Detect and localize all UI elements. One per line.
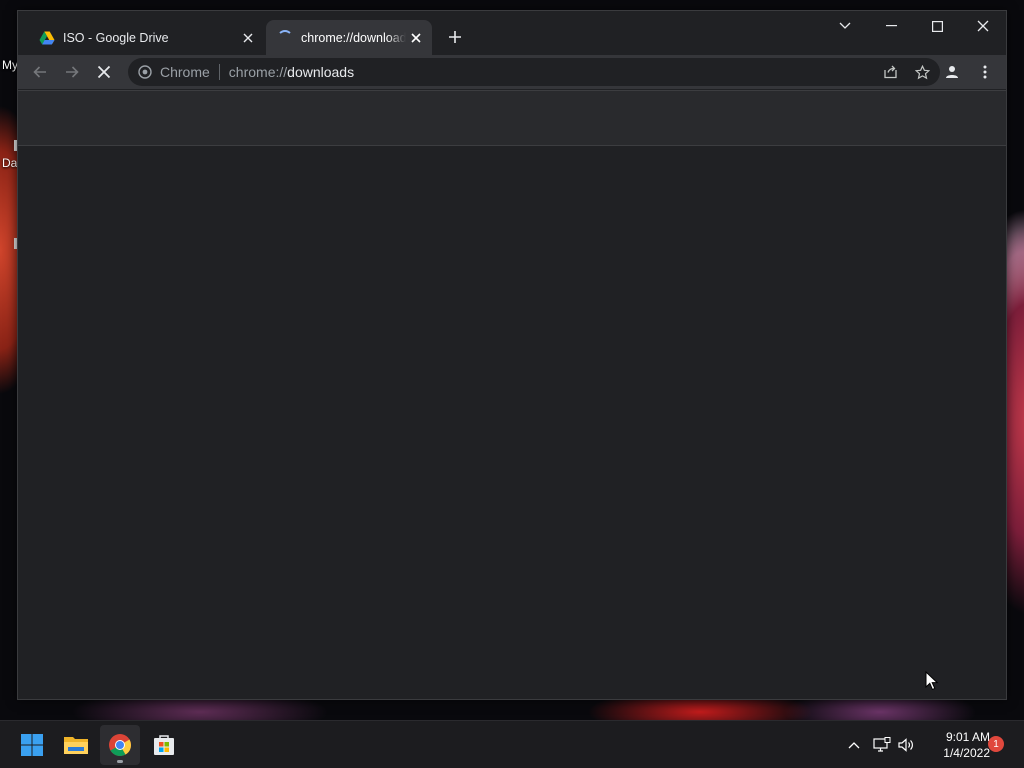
forward-button[interactable] [58,58,86,86]
file-explorer-icon [64,737,88,754]
omnibox-chip: Chrome [160,64,210,80]
close-window-button[interactable] [960,11,1006,41]
tab-title: ISO - Google Drive [63,30,169,45]
arrow-left-icon [33,66,46,78]
address-bar[interactable]: Chrome chrome:// downloads [128,58,940,86]
arrow-right-icon [66,66,79,78]
bookmark-button[interactable] [912,62,932,82]
downloads-page-header [18,90,1006,146]
tab-iso-google-drive[interactable]: ISO - Google Drive [28,20,264,55]
close-icon [977,20,989,32]
microsoft-store-button[interactable] [144,725,184,765]
chevron-down-icon [839,22,851,29]
vertical-dots-icon [983,65,987,79]
url-path: downloads [287,64,355,80]
clock-date: 1/4/2022 [943,746,990,760]
close-x-icon [97,65,111,79]
microsoft-store-icon [154,735,174,755]
running-indicator [117,760,123,763]
tab-downloads[interactable]: chrome://downloads [266,20,432,55]
share-button[interactable] [880,62,900,82]
file-explorer-button[interactable] [56,725,96,765]
tab-strip: ISO - Google Drive chrome://downloads [18,11,1006,55]
loading-spinner-icon [277,29,293,46]
new-tab-button[interactable] [443,25,467,49]
system-clock[interactable]: 9:01 AM 1/4/2022 [924,729,990,761]
desktop-icon-label[interactable]: Da [2,156,17,170]
chrome-page-icon [138,65,152,79]
windows-start-icon [21,734,43,756]
google-drive-icon [39,31,55,44]
volume-icon [898,738,913,752]
clock-time: 9:01 AM [945,730,990,744]
omnibox-separator [218,64,220,80]
minimize-button[interactable] [868,11,914,41]
network-icon [873,737,891,752]
chrome-icon [109,734,131,756]
minimize-icon [885,25,897,27]
network-button[interactable] [872,735,892,755]
start-button[interactable] [12,725,52,765]
volume-button[interactable] [896,735,916,755]
chevron-up-icon [848,742,860,749]
notification-badge[interactable]: 1 [988,736,1004,752]
stop-loading-button[interactable] [90,58,118,86]
share-icon [883,65,897,79]
url-scheme: chrome:// [228,64,288,80]
bookmark-star-icon [914,64,930,79]
taskbar: 9:01 AM 1/4/2022 [0,720,1024,768]
browser-menu-button[interactable] [971,58,999,86]
browser-window: ISO - Google Drive chrome://downloads Ch… [17,10,1007,700]
maximize-button[interactable] [914,11,960,41]
tab-close-icon[interactable] [238,28,258,48]
browser-toolbar: Chrome chrome:// downloads [18,55,1006,89]
chrome-taskbar-button[interactable] [100,725,140,765]
back-button[interactable] [26,58,54,86]
mouse-cursor-icon [925,671,939,691]
tab-title: chrome://downloads [301,30,406,45]
profile-button[interactable] [938,58,966,86]
plus-icon [449,31,461,43]
maximize-icon [931,20,943,32]
show-hidden-icons-button[interactable] [844,735,864,755]
desktop-icon-label[interactable]: My [2,58,18,72]
person-icon [946,66,958,78]
downloads-page-body [18,146,1006,699]
tab-close-icon[interactable] [406,28,426,48]
tab-search-button[interactable] [822,11,868,41]
